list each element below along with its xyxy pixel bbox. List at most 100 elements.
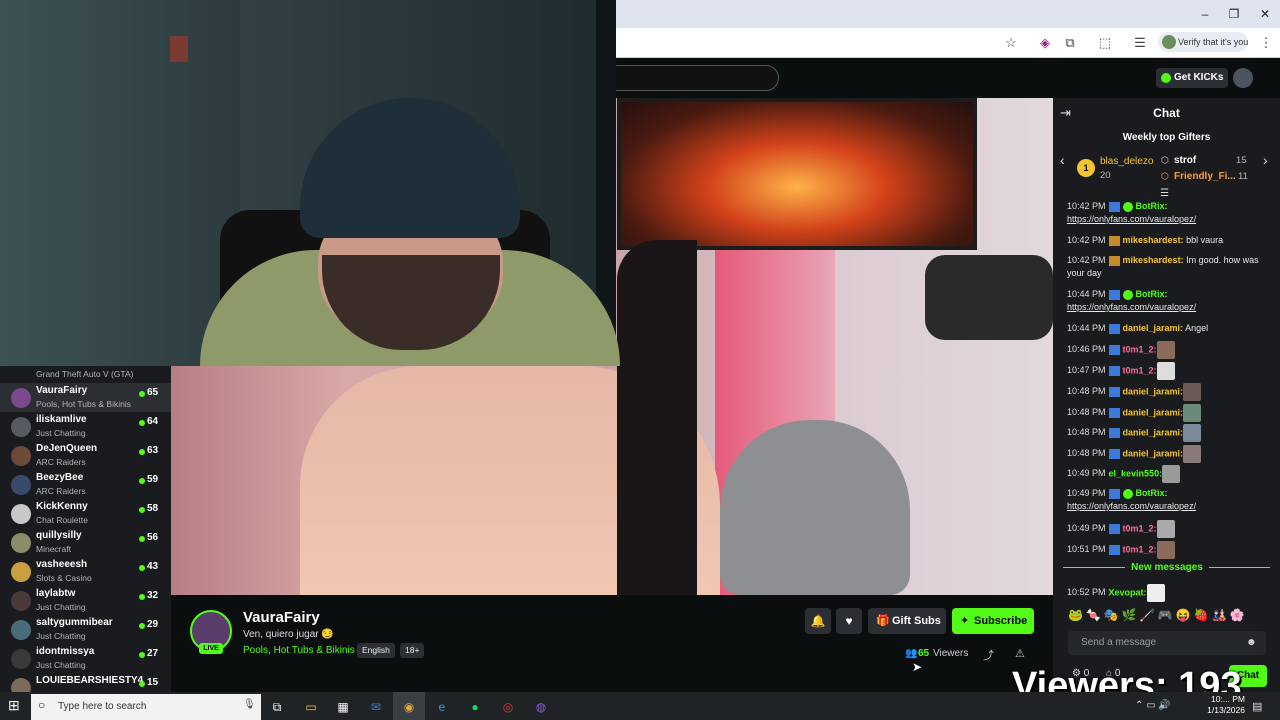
chevron-right-icon[interactable]: › <box>1263 152 1268 168</box>
channel-viewers: 56 <box>147 532 159 543</box>
report-warning-icon[interactable]: ⚠ <box>1015 647 1025 660</box>
channel-item[interactable]: VauraFairy Pools, Hot Tubs & Bikinis 65 <box>0 383 171 412</box>
emote-image <box>1183 383 1202 401</box>
streamer-name[interactable]: VauraFairy <box>243 609 320 626</box>
message-user[interactable]: daniel_jarami: <box>1123 386 1184 396</box>
message-user[interactable]: mikeshardest: <box>1123 235 1184 245</box>
message-user[interactable]: t0m1_2: <box>1123 544 1157 554</box>
message-user[interactable]: daniel_jarami: <box>1123 448 1184 458</box>
message-link[interactable]: https://onlyfans.com/vauralopez/ <box>1067 214 1196 224</box>
message-user[interactable]: Xevopat: <box>1109 587 1147 597</box>
channel-item[interactable]: laylabtw Just Chatting 32 <box>0 586 171 615</box>
video-tv-frame <box>617 98 977 250</box>
channel-item[interactable]: quillysilly Minecraft 56 <box>0 528 171 557</box>
stream-category-link[interactable]: Pools, Hot Tubs & Bikinis <box>243 645 355 656</box>
menu-kebab-icon[interactable]: ⋮ <box>1257 34 1275 52</box>
chat-input[interactable]: Send a message <box>1068 631 1266 655</box>
spotify-icon[interactable]: ● <box>464 696 486 718</box>
live-dot-icon <box>139 536 145 542</box>
message-time: 10:42 PM <box>1067 235 1106 245</box>
close-icon[interactable]: ✕ <box>1250 4 1280 24</box>
message-user[interactable]: el_kevin550: <box>1109 468 1163 478</box>
user-avatar[interactable] <box>1233 68 1253 88</box>
badge-icon <box>1108 387 1120 397</box>
channel-category: Minecraft <box>36 544 71 554</box>
gifter-name[interactable]: Friendly_Fi... <box>1174 171 1236 182</box>
screenshot-icon[interactable]: ⬚ <box>1096 34 1114 52</box>
bookmark-star-icon[interactable]: ☆ <box>1002 34 1020 52</box>
mail-icon[interactable]: ✉ <box>365 696 387 718</box>
message-link[interactable]: https://onlyfans.com/vauralopez/ <box>1067 302 1196 312</box>
live-dot-icon <box>139 594 145 600</box>
file-explorer-icon[interactable]: ▭ <box>300 696 322 718</box>
message-user[interactable]: t0m1_2: <box>1123 523 1157 533</box>
reading-list-icon[interactable]: ☰ <box>1131 34 1149 52</box>
channel-name: iliskamlive <box>36 414 87 425</box>
message-user[interactable]: mikeshardest: <box>1123 255 1184 265</box>
message-user[interactable]: BotRix: <box>1136 488 1168 498</box>
message-text: Angel <box>1185 323 1209 333</box>
obs-icon[interactable]: ◍ <box>530 696 552 718</box>
message-user[interactable]: BotRix: <box>1136 289 1168 299</box>
channel-name: idontmissya <box>36 646 95 657</box>
profile-avatar-icon <box>1162 35 1176 49</box>
language-tag[interactable]: English <box>357 643 395 658</box>
channel-item[interactable]: iliskamlive Just Chatting 64 <box>0 412 171 441</box>
message-user[interactable]: BotRix: <box>1136 201 1168 211</box>
chevron-left-icon[interactable]: ‹ <box>1060 152 1065 168</box>
restore-icon[interactable]: ❐ <box>1219 4 1249 24</box>
quick-emote-bar[interactable]: 🐸🍬🎭🌿🦯🎮😝🍓🎎🌸 <box>1068 608 1268 626</box>
windows-start-icon[interactable]: ⊞ <box>8 697 24 713</box>
taskbar-search-input[interactable]: Type here to search <box>31 694 261 720</box>
gifter-count: 20 <box>1100 170 1111 181</box>
follow-heart-icon[interactable]: ♥ <box>836 608 862 634</box>
message-user[interactable]: daniel_jarami: <box>1123 427 1184 437</box>
microphone-icon[interactable]: 🎙 <box>243 699 256 710</box>
gifter-name[interactable]: strof <box>1174 155 1196 166</box>
age-tag[interactable]: 18+ <box>400 643 425 658</box>
live-dot-icon <box>139 391 145 397</box>
app-icon[interactable]: ◎ <box>497 696 519 718</box>
channel-item[interactable]: idontmissya Just Chatting 27 <box>0 644 171 673</box>
new-messages-label[interactable]: New messages <box>1125 562 1209 573</box>
expand-gifters-icon[interactable]: ☰ <box>1160 188 1169 199</box>
edge-icon[interactable]: e <box>431 696 453 718</box>
chat-message: 10:51 PM t0m1_2: <box>1067 541 1275 559</box>
gifter-name[interactable]: blas_delezo <box>1100 156 1153 167</box>
message-user[interactable]: daniel_jarami: <box>1123 407 1184 417</box>
taskbar-clock[interactable]: 10:... PM 1/13/2026 <box>1203 694 1245 716</box>
store-icon[interactable]: ▦ <box>332 696 354 718</box>
message-text: bbl vaura <box>1186 235 1224 245</box>
channel-item[interactable]: vasheeesh Slots & Casino 43 <box>0 557 171 586</box>
live-dot-icon <box>139 681 145 687</box>
message-link[interactable]: https://onlyfans.com/vauralopez/ <box>1067 501 1196 511</box>
minimize-icon[interactable]: – <box>1190 4 1220 24</box>
channel-name: vasheeesh <box>36 559 88 570</box>
channel-item[interactable]: KickKenny Chat Roulette 58 <box>0 499 171 528</box>
task-view-icon[interactable]: ⧉ <box>266 696 288 718</box>
chat-message: 10:48 PM daniel_jarami: <box>1067 445 1275 463</box>
channel-item[interactable]: BeezyBee ARC Raiders 59 <box>0 470 171 499</box>
chat-title: Chat <box>1153 106 1180 120</box>
extensions-icon[interactable]: ⧉ <box>1061 34 1079 52</box>
emote-image <box>1183 424 1202 442</box>
channel-avatar <box>11 620 31 640</box>
emoji-picker-icon[interactable]: ☻ <box>1246 637 1257 648</box>
notifications-icon[interactable]: ▤ <box>1252 700 1262 713</box>
channel-item[interactable]: saltygummibear Just Chatting 29 <box>0 615 171 644</box>
system-tray-icons[interactable]: ⌃ ▭ 🔊 <box>1135 700 1171 711</box>
gifter-rank-badge: 1 <box>1077 159 1095 177</box>
chrome-icon[interactable]: ◉ <box>398 696 420 718</box>
extension-shield-icon[interactable]: ◈ <box>1036 34 1054 52</box>
channel-item[interactable]: DeJenQueen ARC Raiders 63 <box>0 441 171 470</box>
message-user[interactable]: daniel_jarami: <box>1123 323 1184 333</box>
viewers-icon: 👥 <box>905 648 918 659</box>
badge-icon <box>1108 524 1120 534</box>
share-icon[interactable]: ⤴ <box>983 647 994 663</box>
channel-avatar <box>11 649 31 669</box>
message-user[interactable]: t0m1_2: <box>1123 365 1157 375</box>
notification-bell-icon[interactable]: 🔔 <box>805 608 831 634</box>
search-input[interactable] <box>600 65 779 91</box>
message-user[interactable]: t0m1_2: <box>1123 344 1157 354</box>
emote-image <box>1183 404 1202 422</box>
